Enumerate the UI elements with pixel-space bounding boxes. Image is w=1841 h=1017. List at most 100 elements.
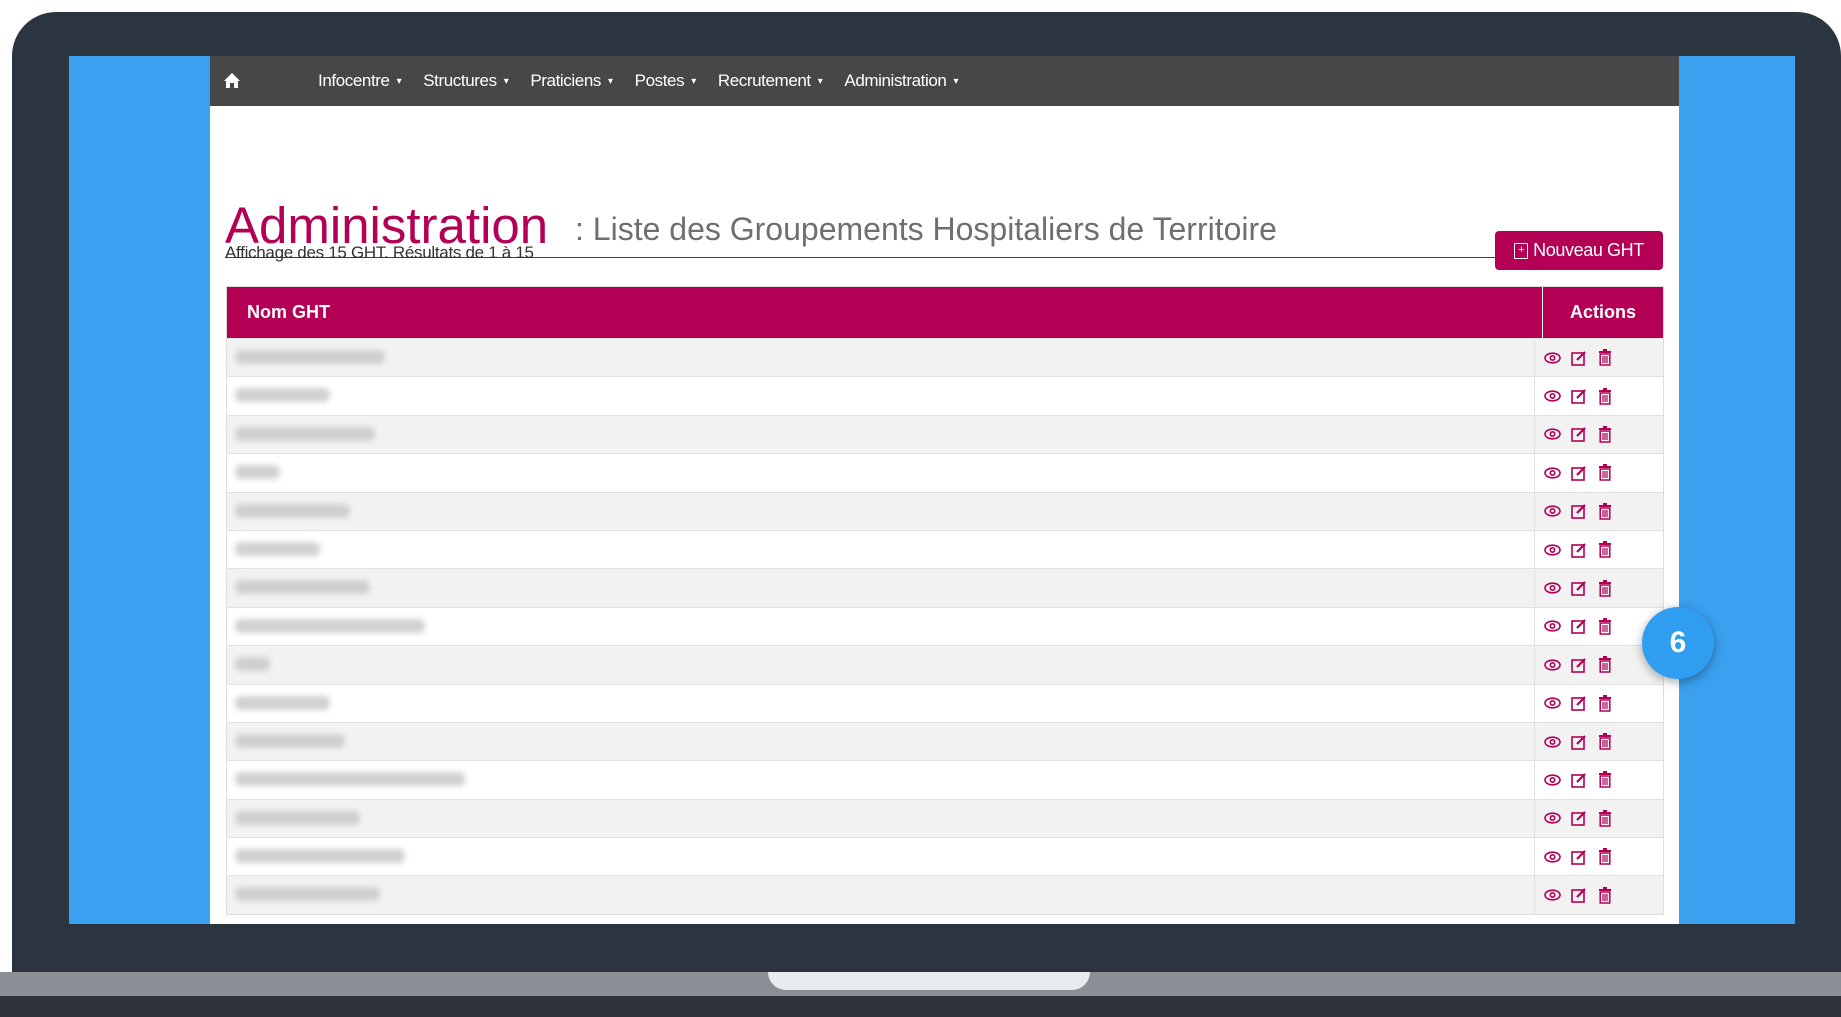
edit-icon[interactable] xyxy=(1569,425,1588,444)
edit-icon[interactable] xyxy=(1569,463,1588,482)
delete-trash-icon[interactable] xyxy=(1595,655,1614,674)
cell-actions xyxy=(1535,454,1663,491)
delete-trash-icon[interactable] xyxy=(1595,540,1614,559)
view-eye-icon[interactable] xyxy=(1543,463,1562,482)
nav-item-postes[interactable]: Postes ▾ xyxy=(634,71,697,91)
nav-item-administration[interactable]: Administration ▾ xyxy=(844,71,958,91)
delete-trash-icon[interactable] xyxy=(1595,463,1614,482)
new-document-icon: + xyxy=(1514,242,1529,259)
table-row xyxy=(227,568,1663,607)
cell-nom-ght xyxy=(227,838,1535,876)
new-ght-button-label: Nouveau GHT xyxy=(1533,240,1644,260)
cell-nom-ght xyxy=(227,646,1535,684)
column-header-actions: Actions xyxy=(1569,302,1636,322)
cell-actions xyxy=(1535,531,1663,568)
nav-item-infocentre[interactable]: Infocentre ▾ xyxy=(318,71,402,91)
edit-icon[interactable] xyxy=(1569,732,1588,751)
delete-trash-icon[interactable] xyxy=(1595,617,1614,636)
cell-actions xyxy=(1535,761,1663,798)
laptop-base-shadow xyxy=(0,996,1841,1017)
cell-actions xyxy=(1535,685,1663,722)
cell-actions xyxy=(1535,377,1663,414)
view-eye-icon[interactable] xyxy=(1543,579,1562,598)
edit-icon[interactable] xyxy=(1569,655,1588,674)
view-eye-icon[interactable] xyxy=(1543,694,1562,713)
delete-trash-icon[interactable] xyxy=(1595,770,1614,789)
cell-nom-ght xyxy=(227,761,1535,799)
delete-trash-icon[interactable] xyxy=(1595,348,1614,367)
delete-trash-icon[interactable] xyxy=(1595,732,1614,751)
ght-table: Nom GHT Actions xyxy=(226,286,1664,915)
redacted-name xyxy=(235,465,280,480)
step-badge: 6 xyxy=(1642,607,1714,679)
nav-item-label: Postes xyxy=(634,71,685,90)
view-eye-icon[interactable] xyxy=(1543,809,1562,828)
cell-actions xyxy=(1535,339,1663,376)
cell-nom-ght xyxy=(227,569,1535,607)
cell-nom-ght xyxy=(227,492,1535,530)
nav-menu: Infocentre ▾ Structures ▾ Praticiens ▾ Post… xyxy=(318,56,958,106)
redacted-name xyxy=(235,503,350,518)
view-eye-icon[interactable] xyxy=(1543,732,1562,751)
edit-icon[interactable] xyxy=(1569,809,1588,828)
delete-trash-icon[interactable] xyxy=(1595,809,1614,828)
home-icon[interactable] xyxy=(223,72,243,90)
redacted-name xyxy=(235,426,375,441)
view-eye-icon[interactable] xyxy=(1543,348,1562,367)
cell-nom-ght xyxy=(227,530,1535,569)
nav-item-structures[interactable]: Structures ▾ xyxy=(423,71,508,91)
edit-icon[interactable] xyxy=(1569,387,1588,406)
delete-trash-icon[interactable] xyxy=(1595,886,1614,905)
edit-icon[interactable] xyxy=(1569,847,1588,866)
table-row xyxy=(227,453,1663,492)
delete-trash-icon[interactable] xyxy=(1595,387,1614,406)
table-row xyxy=(227,645,1663,684)
delete-trash-icon[interactable] xyxy=(1595,502,1614,521)
delete-trash-icon[interactable] xyxy=(1595,847,1614,866)
view-eye-icon[interactable] xyxy=(1543,540,1562,559)
nav-item-label: Infocentre xyxy=(318,71,390,90)
view-eye-icon[interactable] xyxy=(1543,770,1562,789)
delete-trash-icon[interactable] xyxy=(1595,694,1614,713)
view-eye-icon[interactable] xyxy=(1543,886,1562,905)
table-row xyxy=(227,606,1663,646)
edit-icon[interactable] xyxy=(1569,540,1588,559)
edit-icon[interactable] xyxy=(1569,502,1588,521)
nav-item-recrutement[interactable]: Recrutement ▾ xyxy=(718,71,823,91)
redacted-name xyxy=(235,580,370,595)
nav-item-praticiens[interactable]: Praticiens ▾ xyxy=(530,71,613,91)
view-eye-icon[interactable] xyxy=(1543,617,1562,636)
table-row xyxy=(227,338,1663,377)
cell-nom-ght xyxy=(227,876,1535,914)
new-ght-button[interactable]: + Nouveau GHT xyxy=(1495,231,1663,270)
table-row xyxy=(227,683,1663,722)
table-row xyxy=(227,837,1663,876)
table-row xyxy=(227,875,1663,914)
view-eye-icon[interactable] xyxy=(1543,502,1562,521)
cell-nom-ght xyxy=(227,377,1535,415)
delete-trash-icon[interactable] xyxy=(1595,425,1614,444)
edit-icon[interactable] xyxy=(1569,617,1588,636)
caret-down-icon: ▾ xyxy=(396,76,402,87)
edit-icon[interactable] xyxy=(1569,579,1588,598)
redacted-name xyxy=(235,618,425,633)
cell-actions xyxy=(1535,876,1663,913)
page-header: Administration : Liste des Groupements H… xyxy=(225,142,1663,258)
view-eye-icon[interactable] xyxy=(1543,425,1562,444)
redacted-name xyxy=(235,733,345,748)
caret-down-icon: ▾ xyxy=(691,76,696,87)
cell-nom-ght xyxy=(227,799,1535,838)
view-eye-icon[interactable] xyxy=(1543,655,1562,674)
edit-icon[interactable] xyxy=(1569,694,1588,713)
redacted-name xyxy=(235,849,405,864)
results-summary: Affichage des 15 GHT. Résultats de 1 à 1… xyxy=(225,243,534,262)
delete-trash-icon[interactable] xyxy=(1595,579,1614,598)
view-eye-icon[interactable] xyxy=(1543,847,1562,866)
column-header-nom-ght[interactable]: Nom GHT xyxy=(227,287,1543,338)
edit-icon[interactable] xyxy=(1569,770,1588,789)
edit-icon[interactable] xyxy=(1569,348,1588,367)
edit-icon[interactable] xyxy=(1569,886,1588,905)
view-eye-icon[interactable] xyxy=(1543,387,1562,406)
cell-actions xyxy=(1535,838,1663,875)
laptop-notch xyxy=(768,972,1090,990)
